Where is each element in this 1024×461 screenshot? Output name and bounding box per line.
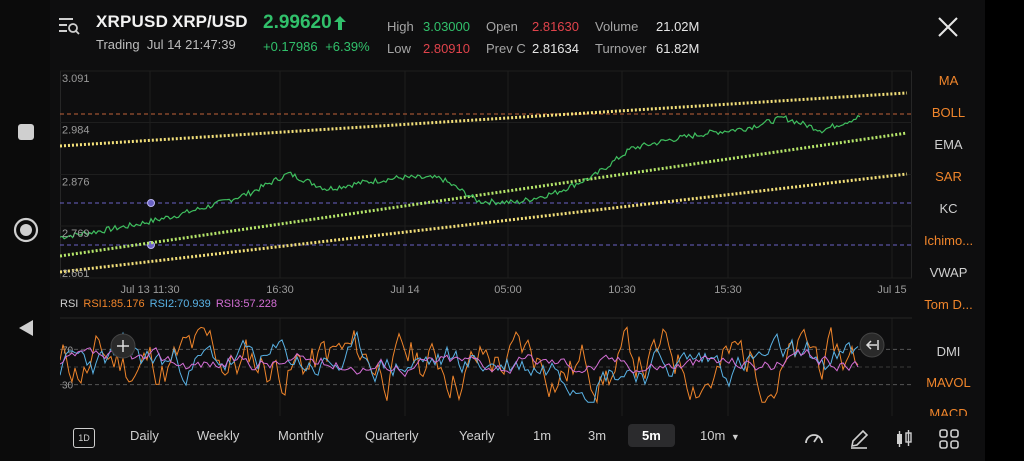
x-tick-label: Jul 15 bbox=[877, 284, 906, 296]
indicator-list[interactable]: MA BOLL EMA SAR KC Ichimo... VWAP Tom D.… bbox=[912, 66, 985, 416]
indicator-mavol[interactable]: MAVOL bbox=[912, 375, 985, 390]
y-tick-label: 3.091 bbox=[62, 73, 90, 85]
draw-pencil-icon[interactable] bbox=[848, 428, 870, 450]
y-tick-label: 2.769 bbox=[62, 228, 90, 240]
x-tick-label: Jul 13 11:30 bbox=[120, 284, 179, 296]
tf-quarterly[interactable]: Quarterly bbox=[365, 428, 418, 443]
prevc-value: 2.81634 bbox=[532, 41, 579, 56]
rsi-legend: RSI RSI1:85.176 RSI2:70.939 RSI3:57.228 bbox=[60, 298, 277, 310]
indicator-boll[interactable]: BOLL bbox=[912, 105, 985, 120]
open-label: Open bbox=[486, 19, 518, 34]
change-pct: +6.39% bbox=[325, 39, 370, 54]
indicator-ema[interactable]: EMA bbox=[912, 137, 985, 152]
symbol-pair: XRP/USD bbox=[172, 12, 248, 31]
rsi-title: RSI bbox=[60, 298, 79, 310]
back-button[interactable] bbox=[12, 314, 40, 342]
status-datetime: Jul 14 21:47:39 bbox=[146, 37, 236, 52]
low-value: 2.80910 bbox=[423, 41, 470, 56]
trading-status: Trading Jul 14 21:47:39 bbox=[96, 37, 236, 52]
day-calendar-button[interactable]: 1D bbox=[73, 428, 95, 448]
speedometer-icon[interactable] bbox=[803, 428, 825, 450]
candlestick-icon[interactable] bbox=[893, 428, 915, 450]
low-label: Low bbox=[387, 41, 411, 56]
system-nav-bar bbox=[0, 0, 50, 461]
high-value: 3.03000 bbox=[423, 19, 470, 34]
symbol-code: XRPUSD bbox=[96, 12, 169, 31]
status-label: Trading bbox=[96, 37, 140, 52]
chart-area[interactable]: 3.091 2.984 2.876 2.769 2.661 Jul 13 11:30 16… bbox=[59, 66, 912, 416]
indicator-sar[interactable]: SAR bbox=[912, 169, 985, 184]
volume-value: 21.02M bbox=[656, 19, 700, 34]
tf-monthly[interactable]: Monthly bbox=[278, 428, 324, 443]
tf-3m[interactable]: 3m bbox=[588, 428, 606, 443]
quote-header: XRPUSD XRP/USD Trading Jul 14 21:47:39 2… bbox=[50, 0, 985, 66]
indicator-tomd[interactable]: Tom D... bbox=[912, 297, 985, 312]
indicator-ma[interactable]: MA bbox=[912, 73, 985, 88]
timeframe-toolbar: 1D Daily Weekly Monthly Quarterly Yearly… bbox=[50, 416, 985, 461]
x-tick-label: 05:00 bbox=[494, 284, 522, 296]
rsi1-value: RSI1:85.176 bbox=[83, 298, 145, 310]
y-tick-label: 2.876 bbox=[62, 177, 90, 189]
close-icon[interactable] bbox=[936, 15, 960, 39]
rsi3-value: RSI3:57.228 bbox=[215, 298, 277, 310]
tf-5m[interactable]: 5m bbox=[628, 424, 675, 447]
x-tick-label: 10:30 bbox=[608, 284, 636, 296]
up-arrow-icon bbox=[334, 16, 346, 30]
indicator-macd[interactable]: MACD bbox=[912, 406, 985, 416]
price-change: +0.17986 +6.39% bbox=[263, 39, 370, 54]
x-tick-label: 15:30 bbox=[714, 284, 742, 296]
open-value: 2.81630 bbox=[532, 19, 579, 34]
change-abs: +0.17986 bbox=[263, 39, 318, 54]
screen-edge bbox=[985, 0, 1024, 461]
turnover-label: Turnover bbox=[595, 41, 647, 56]
grid-icon[interactable] bbox=[938, 428, 960, 450]
last-price: 2.99620 bbox=[263, 12, 332, 33]
y-tick-label: 2.984 bbox=[62, 125, 90, 137]
y-tick-label: 2.661 bbox=[62, 268, 90, 280]
ref-line-handle bbox=[147, 199, 155, 207]
x-tick-label: 16:30 bbox=[266, 284, 294, 296]
x-tick-label: Jul 14 bbox=[390, 284, 419, 296]
tf-1m[interactable]: 1m bbox=[533, 428, 551, 443]
prevc-label: Prev C bbox=[486, 41, 526, 56]
tf-10m-label: 10m bbox=[700, 428, 726, 443]
indicator-kc[interactable]: KC bbox=[912, 201, 985, 216]
turnover-value: 61.82M bbox=[656, 41, 700, 56]
indicator-vwap[interactable]: VWAP bbox=[912, 265, 985, 280]
square-icon bbox=[18, 124, 34, 140]
chart-app: XRPUSD XRP/USD Trading Jul 14 21:47:39 2… bbox=[50, 0, 985, 461]
tf-weekly[interactable]: Weekly bbox=[197, 428, 239, 443]
high-label: High bbox=[387, 19, 414, 34]
triangle-back-icon bbox=[19, 320, 33, 336]
volume-label: Volume bbox=[595, 19, 639, 34]
menu-search-icon[interactable] bbox=[58, 14, 80, 36]
indicator-ichimoku[interactable]: Ichimo... bbox=[912, 233, 985, 248]
tf-10m[interactable]: 10m ▼ bbox=[700, 428, 740, 443]
tf-daily[interactable]: Daily bbox=[130, 428, 159, 443]
price-chart[interactable]: 3.091 2.984 2.876 2.769 2.661 Jul 13 11:30 16… bbox=[59, 66, 912, 416]
recent-apps-button[interactable] bbox=[12, 118, 40, 146]
rsi2-value: RSI2:70.939 bbox=[149, 298, 211, 310]
indicator-dmi[interactable]: DMI bbox=[912, 344, 985, 359]
tf-yearly[interactable]: Yearly bbox=[459, 428, 495, 443]
circle-icon bbox=[13, 217, 39, 243]
home-button[interactable] bbox=[12, 216, 40, 244]
dropdown-caret-icon: ▼ bbox=[730, 432, 740, 442]
